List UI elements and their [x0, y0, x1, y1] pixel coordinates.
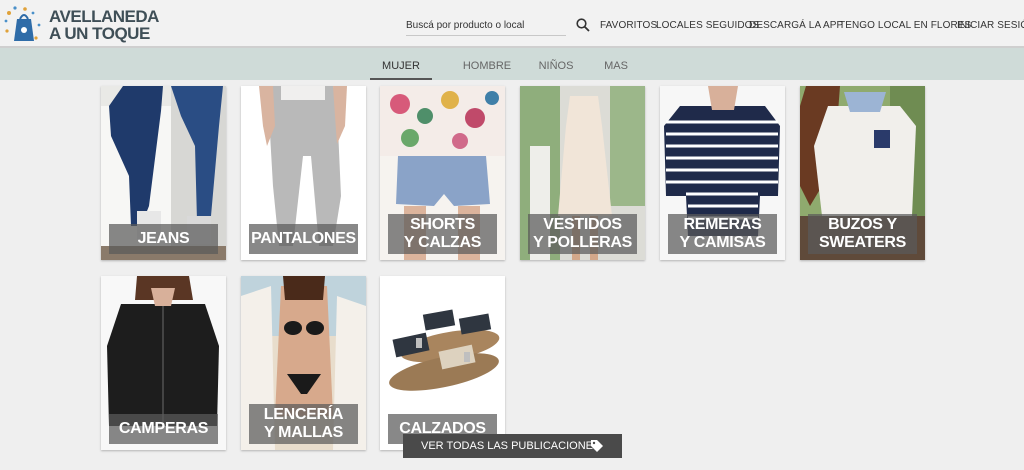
category-label: LENCERÍA Y MALLAS [249, 404, 358, 444]
category-tabs: MUJER HOMBRE NIÑOS MAS [0, 48, 1024, 80]
category-card-pantalones[interactable]: PANTALONES [241, 86, 366, 260]
category-label: REMERAS Y CAMISAS [668, 214, 777, 254]
category-label: CAMPERAS [109, 414, 218, 444]
see-all-publications-button[interactable]: VER TODAS LAS PUBLICACIONES [403, 434, 622, 458]
brand-wordmark: AVELLANEDA A UN TOQUE [49, 8, 159, 42]
tab-ninos[interactable]: NIÑOS [537, 48, 575, 80]
category-card-calzados[interactable]: CALZADOS [380, 276, 505, 450]
category-label: SHORTS Y CALZAS [388, 214, 497, 254]
nav-followed-stores[interactable]: LOCALES SEGUIDOS [656, 20, 759, 31]
category-card-remeras[interactable]: REMERAS Y CAMISAS [660, 86, 785, 260]
nav-have-store[interactable]: TENGO LOCAL EN FLORES [839, 20, 971, 31]
category-card-vestidos[interactable]: VESTIDOS Y POLLERAS [520, 86, 645, 260]
tag-icon [591, 440, 603, 452]
category-card-shorts[interactable]: SHORTS Y CALZAS [380, 86, 505, 260]
category-label: JEANS [109, 224, 218, 254]
category-card-lenceria[interactable]: LENCERÍA Y MALLAS [241, 276, 366, 450]
shopping-bag-icon [4, 6, 41, 41]
nav-login[interactable]: INICIAR SESIÓN [957, 20, 1024, 31]
see-all-label: VER TODAS LAS PUBLICACIONES [421, 440, 601, 452]
tab-hombre[interactable]: HOMBRE [462, 48, 512, 80]
brand-line-1: AVELLANEDA [49, 7, 159, 26]
top-header: AVELLANEDA A UN TOQUE FAVORITOS LOCALES … [0, 0, 1024, 48]
category-label: PANTALONES [249, 224, 358, 254]
nav-favorites[interactable]: FAVORITOS [600, 20, 657, 31]
brand-line-2: A UN TOQUE [49, 24, 150, 43]
search-bar [406, 16, 566, 36]
category-label: BUZOS Y SWEATERS [808, 214, 917, 254]
category-label: VESTIDOS Y POLLERAS [528, 214, 637, 254]
category-card-camperas[interactable]: CAMPERAS [101, 276, 226, 450]
brand-logo[interactable]: AVELLANEDA A UN TOQUE [3, 5, 159, 45]
category-card-buzos[interactable]: BUZOS Y SWEATERS [800, 86, 925, 260]
tab-mujer[interactable]: MUJER [370, 48, 432, 80]
search-icon[interactable] [576, 18, 590, 32]
nav-download-app[interactable]: DESCARGÁ LA APP [749, 20, 843, 31]
tab-mas[interactable]: MAS [601, 48, 631, 80]
category-card-jeans[interactable]: JEANS [101, 86, 226, 260]
search-input[interactable] [406, 16, 566, 35]
